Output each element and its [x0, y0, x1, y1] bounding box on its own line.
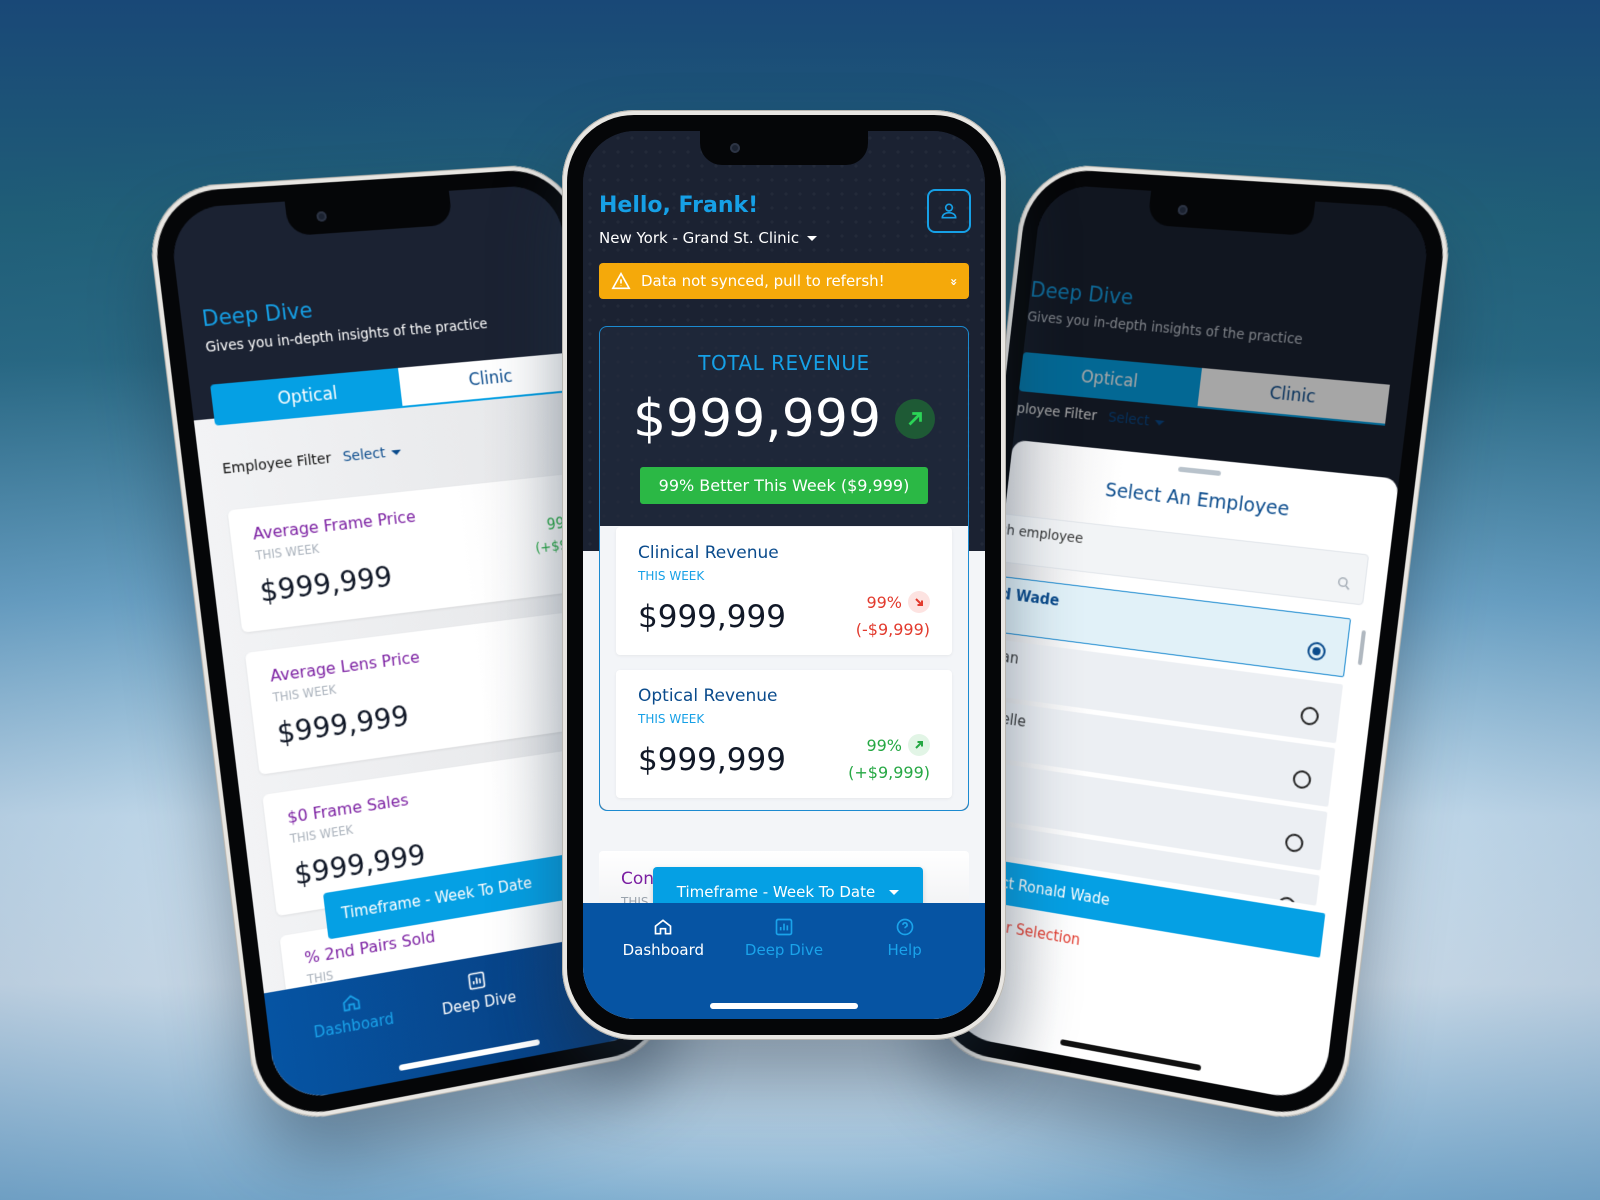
home-icon — [654, 919, 672, 935]
metric-period: THIS WEEK — [254, 541, 320, 563]
metric-period: THIS WEEK — [289, 822, 354, 847]
employee-filter-select[interactable]: Select — [342, 444, 402, 466]
tab-dashboard[interactable]: Dashboard — [608, 917, 718, 1019]
metric-title: Average Frame Price — [251, 506, 417, 544]
help-icon — [896, 918, 913, 936]
card-title: Optical Revenue — [638, 686, 778, 706]
caret-down-icon — [807, 235, 818, 241]
card-delta: (-$9,999) — [855, 620, 930, 639]
metric-period: THIS WEEK — [272, 682, 337, 705]
card-period: THIS WEEK — [638, 712, 705, 726]
search-icon — [1335, 575, 1353, 593]
trend-down-icon — [908, 591, 930, 613]
radio-unselected[interactable] — [1299, 705, 1320, 727]
metric-title: % 2nd Pairs Sold — [303, 926, 437, 968]
clinic-selector[interactable]: New York - Grand St. Clinic — [599, 229, 818, 247]
employee-filter: Employee Filter Select — [222, 444, 402, 478]
card-pct: 99% — [866, 592, 902, 612]
profile-button[interactable] — [927, 189, 971, 233]
employee-bottom-sheet: Select An Employee rch employee ald Wade… — [944, 439, 1400, 1105]
radio-unselected[interactable] — [1284, 832, 1305, 854]
tab-label: Deep Dive — [744, 941, 824, 959]
home-indicator — [710, 1003, 858, 1009]
radio-unselected[interactable] — [1276, 895, 1297, 906]
card-pct-row: 99% — [866, 734, 930, 756]
employee-select-screen: Deep Dive Gives you in-depth insights of… — [944, 183, 1433, 1105]
dashboard-screen: Hello, Frank! New York - Grand St. Clini… — [583, 131, 985, 1019]
sync-warning-banner[interactable]: Data not synced, pull to refersh! » — [599, 263, 969, 299]
tab-label: Dashboard — [312, 1009, 395, 1042]
card-pct: 99% — [866, 735, 902, 755]
radio-unselected[interactable] — [1291, 769, 1313, 790]
trend-up-icon — [908, 734, 930, 756]
home-icon — [340, 991, 362, 1014]
tab-label: Dashboard — [622, 941, 705, 959]
chart-icon — [466, 969, 487, 992]
card-pct-row: 99% — [866, 591, 930, 613]
metric-value: $999,999 — [275, 699, 411, 751]
camera-icon — [316, 211, 328, 222]
tab-label: Deep Dive — [441, 987, 518, 1019]
card-period: THIS WEEK — [638, 569, 705, 583]
clinic-name: New York - Grand St. Clinic — [599, 229, 800, 247]
optical-revenue-card[interactable]: Optical Revenue THIS WEEK $999,999 99% (… — [616, 670, 952, 798]
metric-title: Average Lens Price — [269, 647, 421, 686]
tab-dashboard[interactable]: Dashboard — [296, 983, 415, 1098]
tab-help[interactable]: Help — [850, 917, 960, 1019]
card-delta: (+$9,999) — [848, 763, 930, 782]
metric-title: $0 Frame Sales — [286, 790, 410, 828]
filter-value: Select — [342, 445, 387, 466]
chart-icon — [775, 918, 793, 936]
filter-label: Employee Filter — [221, 450, 333, 478]
card-value: $999,999 — [638, 599, 786, 635]
scrollbar[interactable] — [1357, 630, 1367, 666]
user-icon — [941, 203, 957, 219]
warning-icon — [611, 272, 631, 290]
card-value: $999,999 — [638, 742, 786, 778]
sync-message: Data not synced, pull to refersh! — [641, 272, 885, 290]
bottom-tab-bar: Dashboard Deep Dive Help — [583, 903, 985, 1019]
clinical-revenue-card[interactable]: Clinical Revenue THIS WEEK $999,999 99% … — [616, 527, 952, 655]
chevron-double-down-icon[interactable]: » — [947, 278, 961, 284]
card-title: Clinical Revenue — [638, 543, 779, 563]
page-title: Deep Dive — [200, 298, 314, 332]
total-revenue-card: TOTAL REVENUE $999,999 99% Better This W… — [599, 326, 969, 811]
caret-down-icon — [390, 449, 402, 456]
metric-value: $999,999 — [257, 559, 394, 609]
phone-dashboard: Hello, Frank! New York - Grand St. Clini… — [562, 110, 1006, 1040]
total-revenue-value: $999,999 — [632, 389, 882, 449]
notch — [700, 131, 868, 165]
tab-label: Help — [887, 941, 922, 959]
radio-selected[interactable] — [1306, 641, 1327, 662]
timeframe-label: Timeframe - Week To Date — [676, 883, 876, 901]
camera-icon — [730, 143, 740, 153]
total-revenue-row: $999,999 — [600, 389, 968, 449]
performance-badge: 99% Better This Week ($9,999) — [640, 467, 928, 504]
search-placeholder: rch employee — [993, 521, 1084, 548]
caret-down-icon — [889, 889, 900, 895]
greeting: Hello, Frank! — [599, 193, 759, 218]
card-title: Con — [621, 869, 655, 889]
metric-card[interactable]: Average Frame Price THIS WEEK $999,999 9… — [227, 470, 614, 633]
camera-icon — [1177, 204, 1189, 216]
trend-up-icon — [895, 399, 936, 439]
total-revenue-label: TOTAL REVENUE — [698, 351, 870, 375]
sheet-grabber[interactable] — [1177, 466, 1222, 477]
